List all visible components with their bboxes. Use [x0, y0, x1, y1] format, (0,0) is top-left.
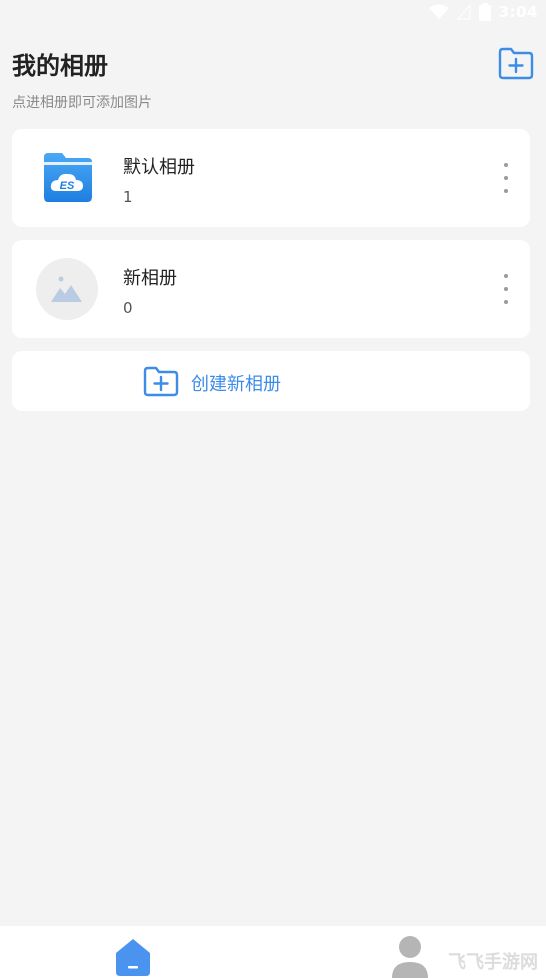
bottom-nav: 飞飞手游网	[0, 926, 546, 978]
more-options-icon[interactable]	[500, 163, 512, 193]
page-subtitle: 点进相册即可添加图片	[12, 95, 152, 111]
es-folder-app-icon: ES	[44, 153, 92, 202]
create-album-label: 创建新相册	[191, 374, 281, 395]
watermark: 飞飞手游网	[448, 952, 538, 973]
status-time: 3:04	[498, 3, 538, 21]
add-folder-icon	[143, 366, 179, 397]
wifi-icon	[428, 4, 449, 19]
image-placeholder-icon	[36, 258, 98, 320]
album-photo-count: 0	[123, 299, 133, 317]
album-name: 新相册	[123, 268, 177, 289]
status-bar: 3:04	[0, 0, 546, 24]
svg-text:ES: ES	[60, 180, 75, 192]
page-title: 我的相册	[12, 52, 108, 80]
header: 我的相册 点进相册即可添加图片	[12, 44, 534, 112]
album-card-new[interactable]: 新相册 0	[12, 240, 530, 338]
battery-icon	[478, 3, 491, 21]
album-photo-count: 1	[123, 188, 133, 206]
add-folder-icon[interactable]	[498, 46, 534, 80]
home-icon[interactable]	[113, 936, 153, 976]
more-options-icon[interactable]	[500, 274, 512, 304]
signal-off-icon	[456, 4, 471, 20]
profile-icon[interactable]	[390, 934, 430, 978]
album-card-default[interactable]: ES 默认相册 1	[12, 129, 530, 227]
album-name: 默认相册	[123, 157, 195, 178]
create-album-button[interactable]: 创建新相册	[12, 351, 530, 411]
